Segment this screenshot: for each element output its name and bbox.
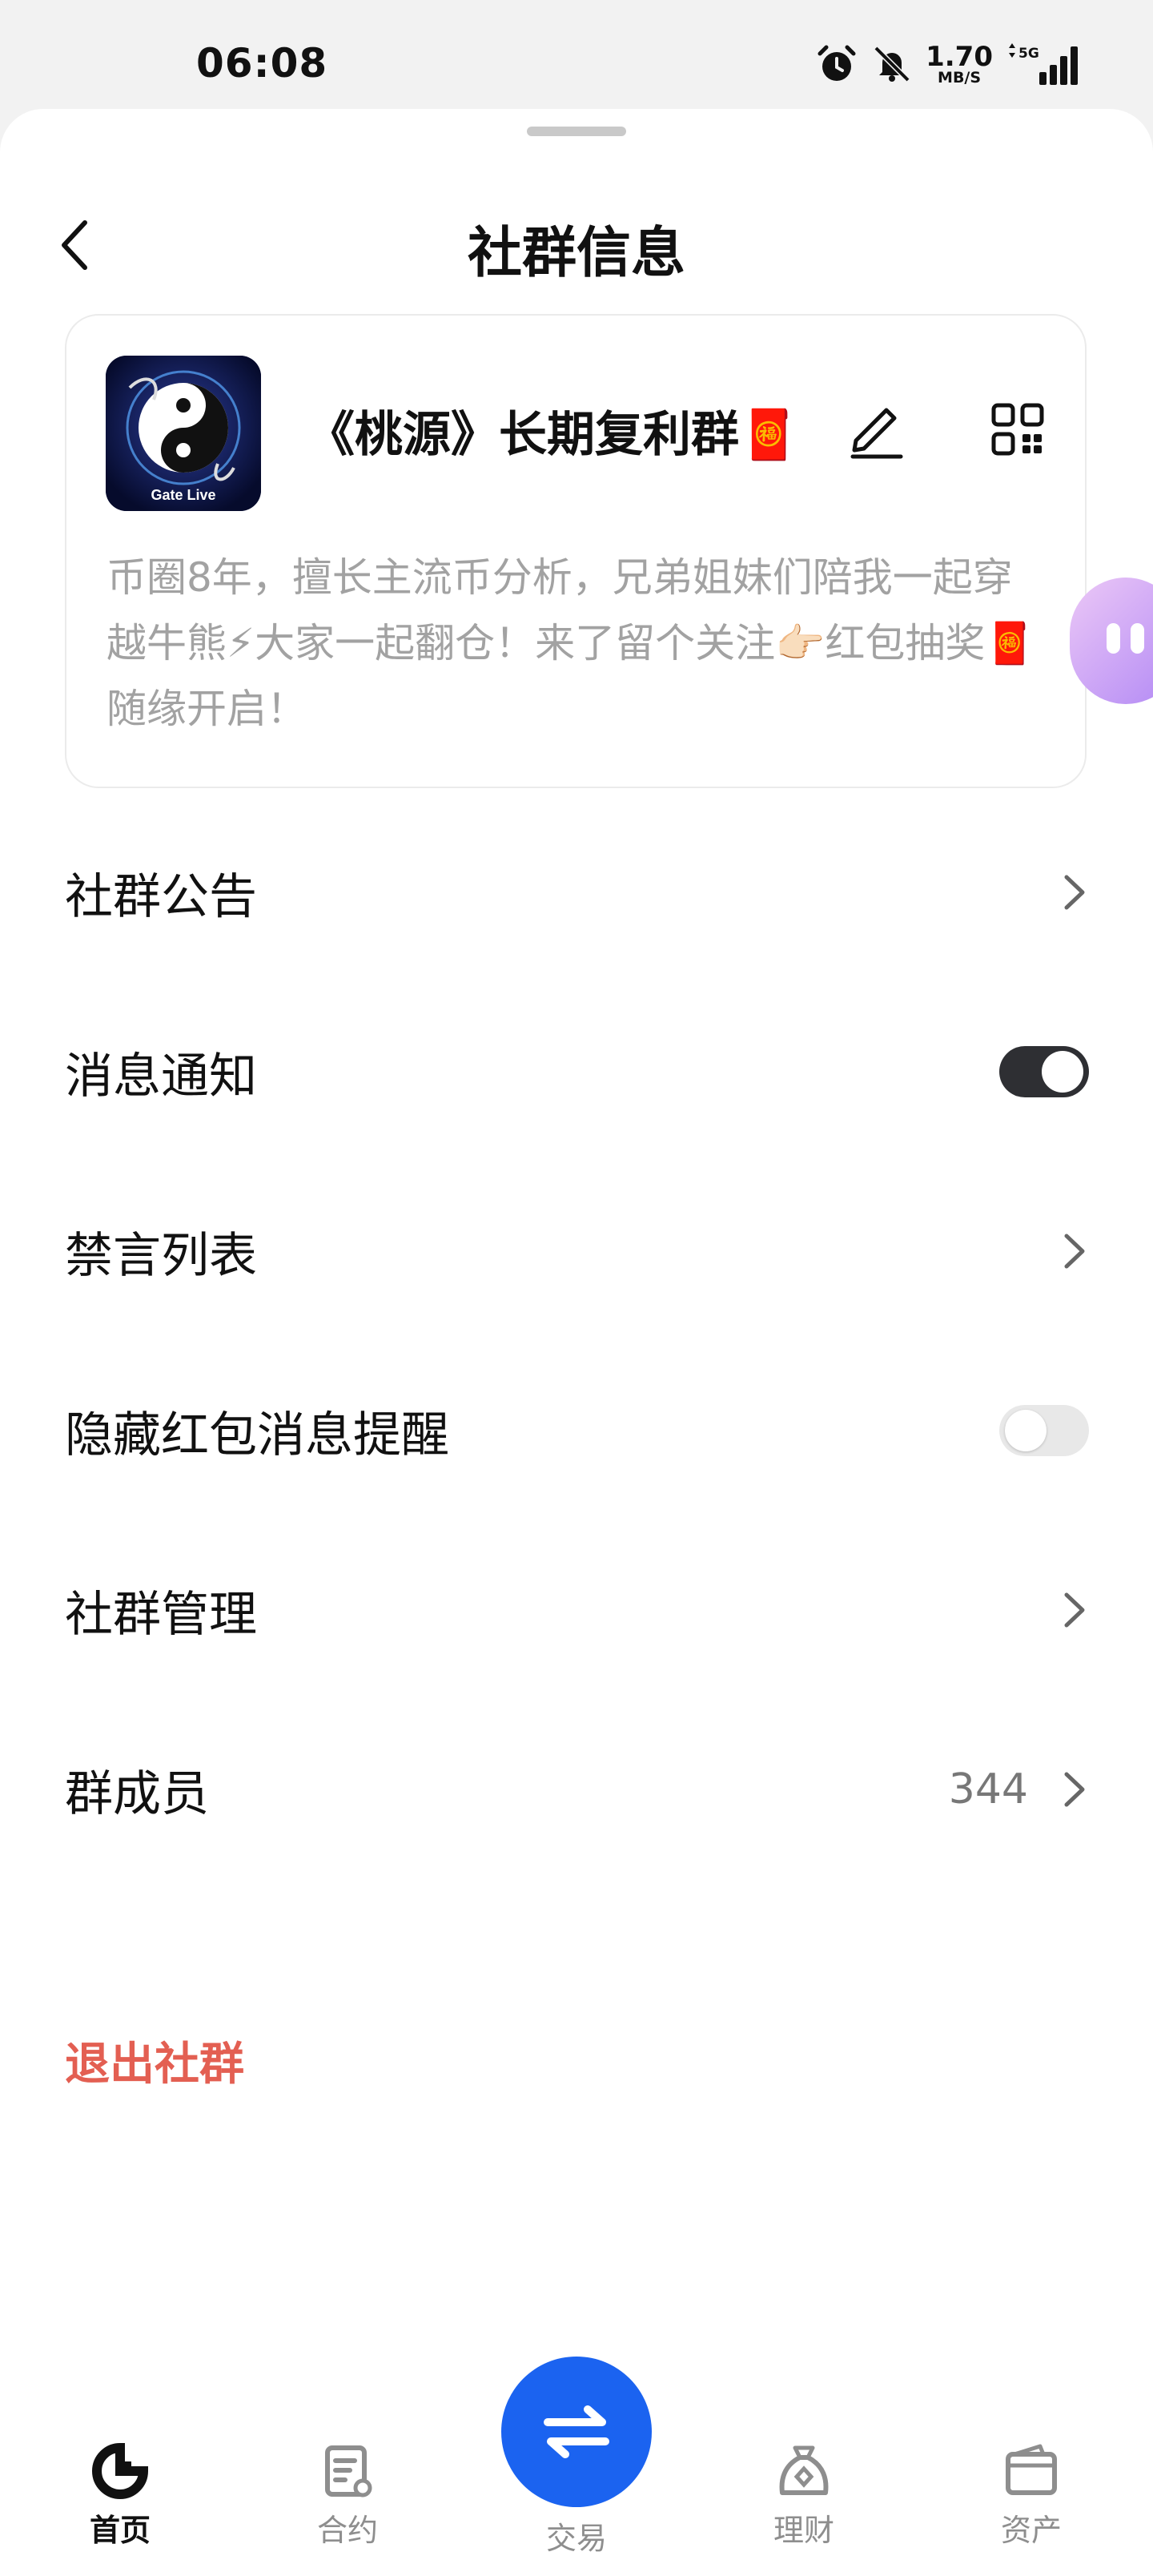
network-speed-unit: MB/S bbox=[938, 68, 982, 87]
signal-icon: 5G bbox=[1009, 43, 1078, 85]
status-time: 06:08 bbox=[196, 40, 328, 87]
chevron-right-icon bbox=[1064, 1772, 1085, 1807]
qr-code-icon bbox=[991, 403, 1044, 456]
menu-hide-red-packet: 隐藏红包消息提醒 bbox=[65, 1383, 1089, 1479]
exit-group-button[interactable]: 退出社群 bbox=[65, 2028, 244, 2093]
tab-home-label: 首页 bbox=[89, 2513, 151, 2548]
group-description: 币圈8年，擅长主流币分析，兄弟姐妹们陪我一起穿越牛熊⚡大家一起翻仓！来了留个关注… bbox=[106, 554, 1035, 732]
avatar-caption: Gate Live bbox=[151, 487, 215, 503]
group-name: 《桃源》长期复利群🧧 bbox=[307, 396, 799, 465]
wallet-icon bbox=[1006, 2444, 1057, 2495]
swap-arrows-icon bbox=[544, 2405, 609, 2458]
menu-announcement-label: 社群公告 bbox=[65, 868, 257, 925]
pencil-icon bbox=[850, 408, 903, 459]
network-speed: 1.70 MB/S bbox=[926, 43, 993, 86]
members-count: 344 bbox=[948, 1765, 1028, 1813]
tab-trade-button[interactable] bbox=[501, 2357, 652, 2507]
money-bag-icon bbox=[779, 2445, 829, 2495]
group-name-emoji: 🧧 bbox=[739, 407, 799, 463]
page-title: 社群信息 bbox=[467, 222, 685, 285]
toggle-knob bbox=[1042, 1051, 1083, 1093]
menu-members-label: 群成员 bbox=[65, 1765, 209, 1822]
toggle-knob bbox=[1005, 1410, 1047, 1451]
group-avatar[interactable]: Gate Live bbox=[106, 356, 261, 511]
group-name-text: 《桃源》长期复利群 bbox=[307, 407, 739, 463]
status-icons: 1.70 MB/S 5G bbox=[815, 40, 1079, 88]
tab-assets-label: 资产 bbox=[1000, 2513, 1062, 2548]
status-bar: 06:08 1.70 MB/S 5G bbox=[0, 0, 1153, 109]
home-logo-icon bbox=[92, 2442, 149, 2499]
tab-finance[interactable]: 理财 bbox=[724, 2441, 884, 2550]
tab-home[interactable]: 首页 bbox=[40, 2441, 200, 2550]
tab-contract-label: 合约 bbox=[316, 2513, 378, 2548]
contract-icon bbox=[325, 2445, 372, 2498]
signal-label: 5G bbox=[1018, 46, 1039, 62]
menu-mute-list[interactable]: 禁言列表 bbox=[65, 1203, 1089, 1299]
muted-bell-icon bbox=[874, 46, 910, 83]
assistant-eye-icon bbox=[1131, 623, 1144, 654]
chevron-right-icon bbox=[1064, 1592, 1085, 1628]
bottom-sheet: 社群信息 Gate Live 《桃源》长期复利群🧧 币圈8年，擅长主流币分析，兄… bbox=[0, 109, 1153, 2576]
tab-trade-label[interactable]: 交易 bbox=[496, 2514, 657, 2558]
menu-notifications: 消息通知 bbox=[65, 1024, 1089, 1120]
group-info-card: Gate Live 《桃源》长期复利群🧧 币圈8年，擅长主流币分析，兄弟姐妹们陪… bbox=[65, 314, 1087, 788]
sheet-drag-handle[interactable] bbox=[527, 127, 626, 136]
network-speed-value: 1.70 bbox=[926, 40, 993, 73]
menu-notifications-label: 消息通知 bbox=[65, 1048, 257, 1105]
qr-code-button[interactable] bbox=[990, 402, 1045, 457]
chevron-right-icon bbox=[1064, 875, 1085, 910]
menu-members[interactable]: 群成员 344 bbox=[65, 1741, 1089, 1837]
chevron-right-icon bbox=[1064, 1234, 1085, 1269]
assistant-eye-icon bbox=[1107, 623, 1120, 654]
menu-announcement[interactable]: 社群公告 bbox=[65, 844, 1089, 940]
menu-management-label: 社群管理 bbox=[65, 1586, 257, 1643]
tab-contract[interactable]: 合约 bbox=[267, 2441, 428, 2550]
menu-mute-list-label: 禁言列表 bbox=[65, 1227, 257, 1284]
tab-finance-label: 理财 bbox=[773, 2513, 834, 2548]
yin-yang-icon: Gate Live bbox=[106, 356, 261, 511]
hide-red-packet-toggle[interactable] bbox=[999, 1405, 1089, 1456]
bottom-tab-bar: 首页 合约 交易 理财 资产 bbox=[0, 2336, 1153, 2576]
notifications-toggle[interactable] bbox=[999, 1046, 1089, 1097]
menu-hide-red-packet-label: 隐藏红包消息提醒 bbox=[65, 1407, 449, 1463]
alarm-icon bbox=[818, 45, 856, 81]
tab-assets[interactable]: 资产 bbox=[951, 2441, 1111, 2550]
edit-name-button[interactable] bbox=[845, 396, 909, 460]
menu-management[interactable]: 社群管理 bbox=[65, 1562, 1089, 1658]
